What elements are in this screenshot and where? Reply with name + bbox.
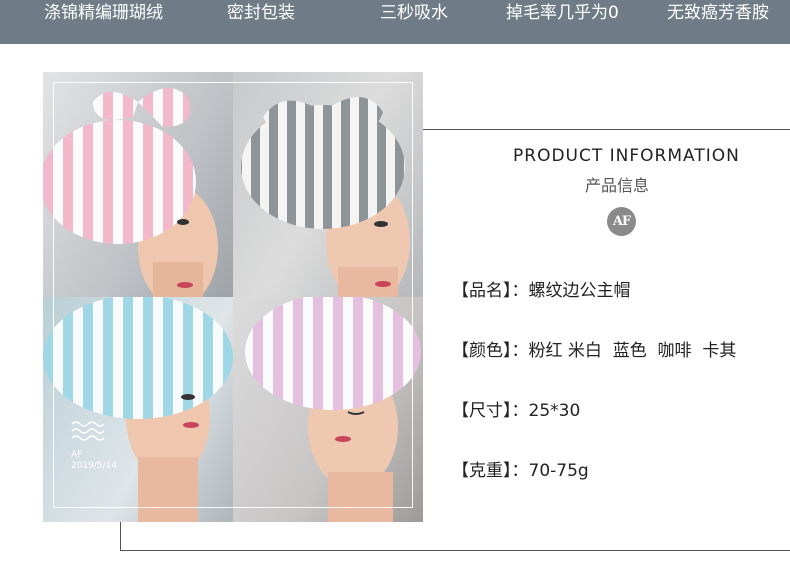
brand-logo-icon: AF <box>607 207 636 236</box>
product-info-subtitle: 产品信息 <box>585 176 650 195</box>
divider-line <box>120 550 790 551</box>
photo-inner-frame <box>53 82 413 508</box>
feature-label: 无致癌芳香胺 <box>667 3 769 23</box>
feature-label: 涤锦精编珊瑚绒 <box>44 3 163 23</box>
spec-row-color: 【颜色】：粉红 米白 蓝色 咖啡 卡其 <box>452 336 736 361</box>
spec-value: 螺纹边公主帽 <box>528 281 631 301</box>
spec-label: 【品名】： <box>452 281 529 301</box>
feature-label: 掉毛率几乎为0 <box>506 3 619 23</box>
feature-label: 三秒吸水 <box>380 3 448 23</box>
spec-label: 【尺寸】： <box>452 401 529 421</box>
spec-row-size: 【尺寸】：25*30 <box>452 396 580 421</box>
product-info-title: PRODUCT INFORMATION <box>513 146 740 166</box>
spec-label: 【克重】： <box>452 461 529 481</box>
spec-row-weight: 【克重】：70-75g <box>452 456 589 481</box>
spec-value: 粉红 米白 蓝色 咖啡 卡其 <box>528 341 737 361</box>
spec-row-name: 【品名】：螺纹边公主帽 <box>452 276 631 301</box>
spec-value: 25*30 <box>528 401 581 421</box>
spec-value: 70-75g <box>528 461 589 481</box>
divider-line <box>120 522 121 551</box>
wave-icon <box>71 421 105 441</box>
feature-banner: 涤锦精编珊瑚绒 密封包装 三秒吸水 掉毛率几乎为0 无致癌芳香胺 <box>0 0 790 44</box>
divider-line <box>423 129 790 130</box>
photo-date: 2019/5/14 <box>71 461 118 471</box>
product-photo-collage: AF 2019/5/14 <box>43 72 423 522</box>
photo-brand-mark: AF <box>71 450 83 460</box>
spec-label: 【颜色】： <box>452 341 529 361</box>
feature-label: 密封包装 <box>227 3 295 23</box>
